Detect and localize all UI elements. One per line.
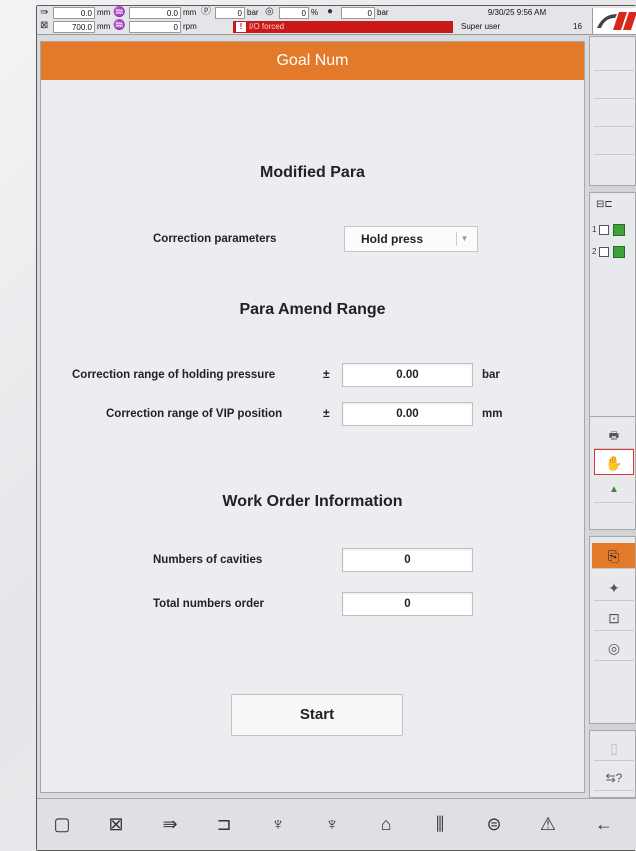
- screw-speed-icon: ♒: [113, 20, 126, 31]
- hold-pressure-label: Correction range of holding pressure: [72, 369, 276, 381]
- robot-icon[interactable]: ✋: [594, 449, 634, 475]
- charging-icon[interactable]: ♆: [309, 805, 355, 843]
- total-order-input[interactable]: 0: [342, 592, 473, 616]
- sidebar-button-2[interactable]: [594, 73, 634, 99]
- puzzle-icon[interactable]: ✦: [594, 575, 634, 601]
- row-status-2: [613, 246, 625, 258]
- sidebar-function-group: ⎘ ✦ ⊡ ◎: [589, 536, 636, 724]
- pressure2-value: 0: [341, 7, 375, 19]
- injection-icon: ⇛: [40, 7, 49, 18]
- target-icon[interactable]: ◎: [594, 635, 634, 661]
- chevron-down-icon: ▼: [456, 232, 472, 246]
- alarm-bar[interactable]: ! I/O forced: [233, 21, 453, 33]
- print-icon[interactable]: 🖶: [594, 423, 634, 449]
- back-arrow-icon[interactable]: ←: [581, 805, 627, 843]
- sidebar-group-middle: 🖶 ✋ ▲: [589, 416, 636, 530]
- hold-pressure-plusminus: ±: [323, 367, 330, 381]
- temperature-icon[interactable]: ⫼: [417, 805, 463, 843]
- row-number-2: 2: [592, 247, 597, 256]
- document-icon[interactable]: ▯: [594, 735, 634, 761]
- row-checkbox-1[interactable]: [599, 225, 609, 235]
- hmi-frame: ⇛ 0.0 mm ⊠ 700.0 mm ♒ 0.0 mm ♒ 0 rpm ⓟ 0…: [36, 5, 636, 851]
- total-order-label: Total numbers order: [153, 598, 264, 610]
- sidebar-button-3[interactable]: [594, 101, 634, 127]
- cavities-input[interactable]: 0: [342, 548, 473, 572]
- row-status-1: [613, 224, 625, 236]
- panel-title: Goal Num: [41, 42, 584, 80]
- bottom-toolbar: ▢ ⊠ ⇛ ⊐ ♆ ♆ ⌂ ⫼ ⊜ ⚠ ←: [37, 798, 636, 850]
- vip-position-unit: mm: [482, 408, 503, 420]
- nozzle-icon[interactable]: ⌂: [363, 805, 409, 843]
- percent-unit: %: [311, 8, 319, 17]
- pos3-unit: mm: [97, 22, 111, 31]
- mold-icon: ⊠: [40, 20, 49, 31]
- sidebar-group-bottom: ▯ ⇆?: [589, 730, 636, 798]
- speed-value: 0: [129, 21, 181, 33]
- hold-pressure-unit: bar: [482, 369, 500, 381]
- screw-icon: ♒: [113, 7, 126, 18]
- settings-icon[interactable]: ⊜: [471, 805, 517, 843]
- help-icon[interactable]: ⇆?: [594, 765, 634, 791]
- work-order-title: Work Order Information: [222, 493, 403, 510]
- right-sidebar: ⊟⊏ 1 2 🖶 ✋ ▲ ⎘ ✦ ⊡ ◎ ▯ ⇆?: [589, 36, 636, 800]
- goal-num-panel: Goal Num Modified Para Correction parame…: [40, 41, 585, 793]
- modified-para-title: Modified Para: [260, 164, 365, 181]
- vip-position-label: Correction range of VIP position: [106, 408, 283, 420]
- row-checkbox-2[interactable]: [599, 247, 609, 257]
- speed-gauge-icon: ◎: [265, 6, 274, 17]
- mold-icon[interactable]: ⊠: [93, 805, 139, 843]
- io-icon: ⊟⊏: [596, 199, 613, 210]
- speed-unit: rpm: [183, 22, 197, 31]
- warning-icon: !: [236, 22, 246, 32]
- amend-range-title: Para Amend Range: [239, 301, 386, 318]
- overview-icon[interactable]: ▢: [39, 805, 85, 843]
- pressure-gauge-icon: ⓟ: [201, 6, 211, 17]
- alarm-icon[interactable]: ⚠: [525, 805, 571, 843]
- sidebar-button-1[interactable]: [594, 45, 634, 71]
- pos2-unit: mm: [183, 8, 197, 17]
- sidebar-group-top: [589, 36, 636, 186]
- pressure2-unit: bar: [377, 8, 389, 17]
- cavities-label: Numbers of cavities: [153, 554, 263, 566]
- alarm-text: I/O forced: [249, 22, 285, 31]
- core-pull-icon[interactable]: ♆: [255, 805, 301, 843]
- row-number-1: 1: [592, 225, 597, 234]
- injection-icon[interactable]: ⇛: [147, 805, 193, 843]
- datetime: 9/30/25 9:56 AM: [487, 8, 547, 17]
- correction-params-value: Hold press: [361, 232, 424, 246]
- pressure1-unit: bar: [247, 8, 259, 17]
- start-button[interactable]: Start: [231, 694, 403, 736]
- hold-pressure-input[interactable]: 0.00: [342, 363, 473, 387]
- hmi-screen: ⇛ 0.0 mm ⊠ 700.0 mm ♒ 0.0 mm ♒ 0 rpm ⓟ 0…: [37, 6, 636, 850]
- tolerance-icon[interactable]: ⊡: [594, 605, 634, 631]
- pos1-unit: mm: [97, 8, 111, 17]
- pos3-value: 700.0: [53, 21, 95, 33]
- goal-num-icon[interactable]: ⎘: [592, 543, 635, 569]
- sidebar-io-group: ⊟⊏ 1 2: [589, 192, 636, 420]
- pressure1-value: 0: [215, 7, 245, 19]
- vip-position-input[interactable]: 0.00: [342, 402, 473, 426]
- correction-params-label: Correction parameters: [153, 233, 277, 245]
- user-level: 16: [573, 22, 582, 31]
- user-name[interactable]: Super user: [461, 21, 500, 33]
- brand-logo: [592, 8, 636, 34]
- vip-plusminus: ±: [323, 406, 330, 420]
- status-bar: ⇛ 0.0 mm ⊠ 700.0 mm ♒ 0.0 mm ♒ 0 rpm ⓟ 0…: [37, 6, 636, 35]
- pos1-value: 0.0: [53, 7, 95, 19]
- percent-value: 0: [279, 7, 309, 19]
- sidebar-button-4[interactable]: [594, 129, 634, 155]
- correction-params-dropdown[interactable]: Hold press ▼: [344, 226, 478, 252]
- pos2-value: 0.0: [129, 7, 181, 19]
- alarm-signal-icon[interactable]: ▲: [594, 477, 634, 503]
- ejector-icon[interactable]: ⊐: [201, 805, 247, 843]
- back-pressure-icon: ●: [327, 6, 334, 17]
